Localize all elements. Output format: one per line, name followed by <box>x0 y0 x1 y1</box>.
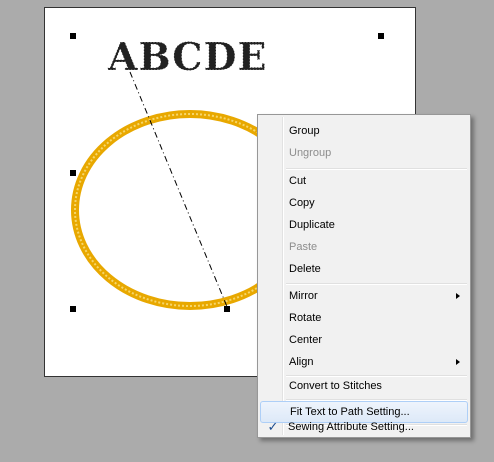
selection-handle-bottom-left[interactable] <box>70 306 76 312</box>
checkmark-icon: ✓ <box>267 419 279 434</box>
menu-item-group[interactable]: Group <box>260 120 468 142</box>
menu-item-center[interactable]: Center <box>260 329 468 351</box>
selection-handle-top-left[interactable] <box>70 33 76 39</box>
menu-item-delete[interactable]: Delete <box>260 258 468 280</box>
context-menu: Group Ungroup Cut Copy Duplicate Paste D… <box>257 114 471 438</box>
selection-handle-top-right[interactable] <box>378 33 384 39</box>
menu-item-copy[interactable]: Copy <box>260 192 468 214</box>
menu-item-align[interactable]: Align <box>260 351 468 373</box>
menu-item-paste: Paste <box>289 241 318 253</box>
menu-item-mirror[interactable]: Mirror <box>260 285 468 307</box>
selection-handle-middle-left[interactable] <box>70 170 76 176</box>
menu-item-convert-to-stitches[interactable]: Convert to Stitches <box>260 375 468 397</box>
menu-item-duplicate[interactable]: Duplicate <box>260 214 468 236</box>
submenu-arrow-icon <box>456 293 460 299</box>
menu-item-sewing-attribute-setting-label-row[interactable]: ✓ Sewing Attribute Setting... <box>259 416 469 438</box>
selection-handle-bottom-center[interactable] <box>224 306 230 312</box>
text-path-guide-line <box>129 71 229 310</box>
menu-item-ungroup: Ungroup <box>289 147 332 159</box>
menu-item-cut[interactable]: Cut <box>260 170 468 192</box>
embroidered-text[interactable]: ABCDE <box>107 34 267 80</box>
menu-item-rotate[interactable]: Rotate <box>260 307 468 329</box>
submenu-arrow-icon <box>456 359 460 365</box>
